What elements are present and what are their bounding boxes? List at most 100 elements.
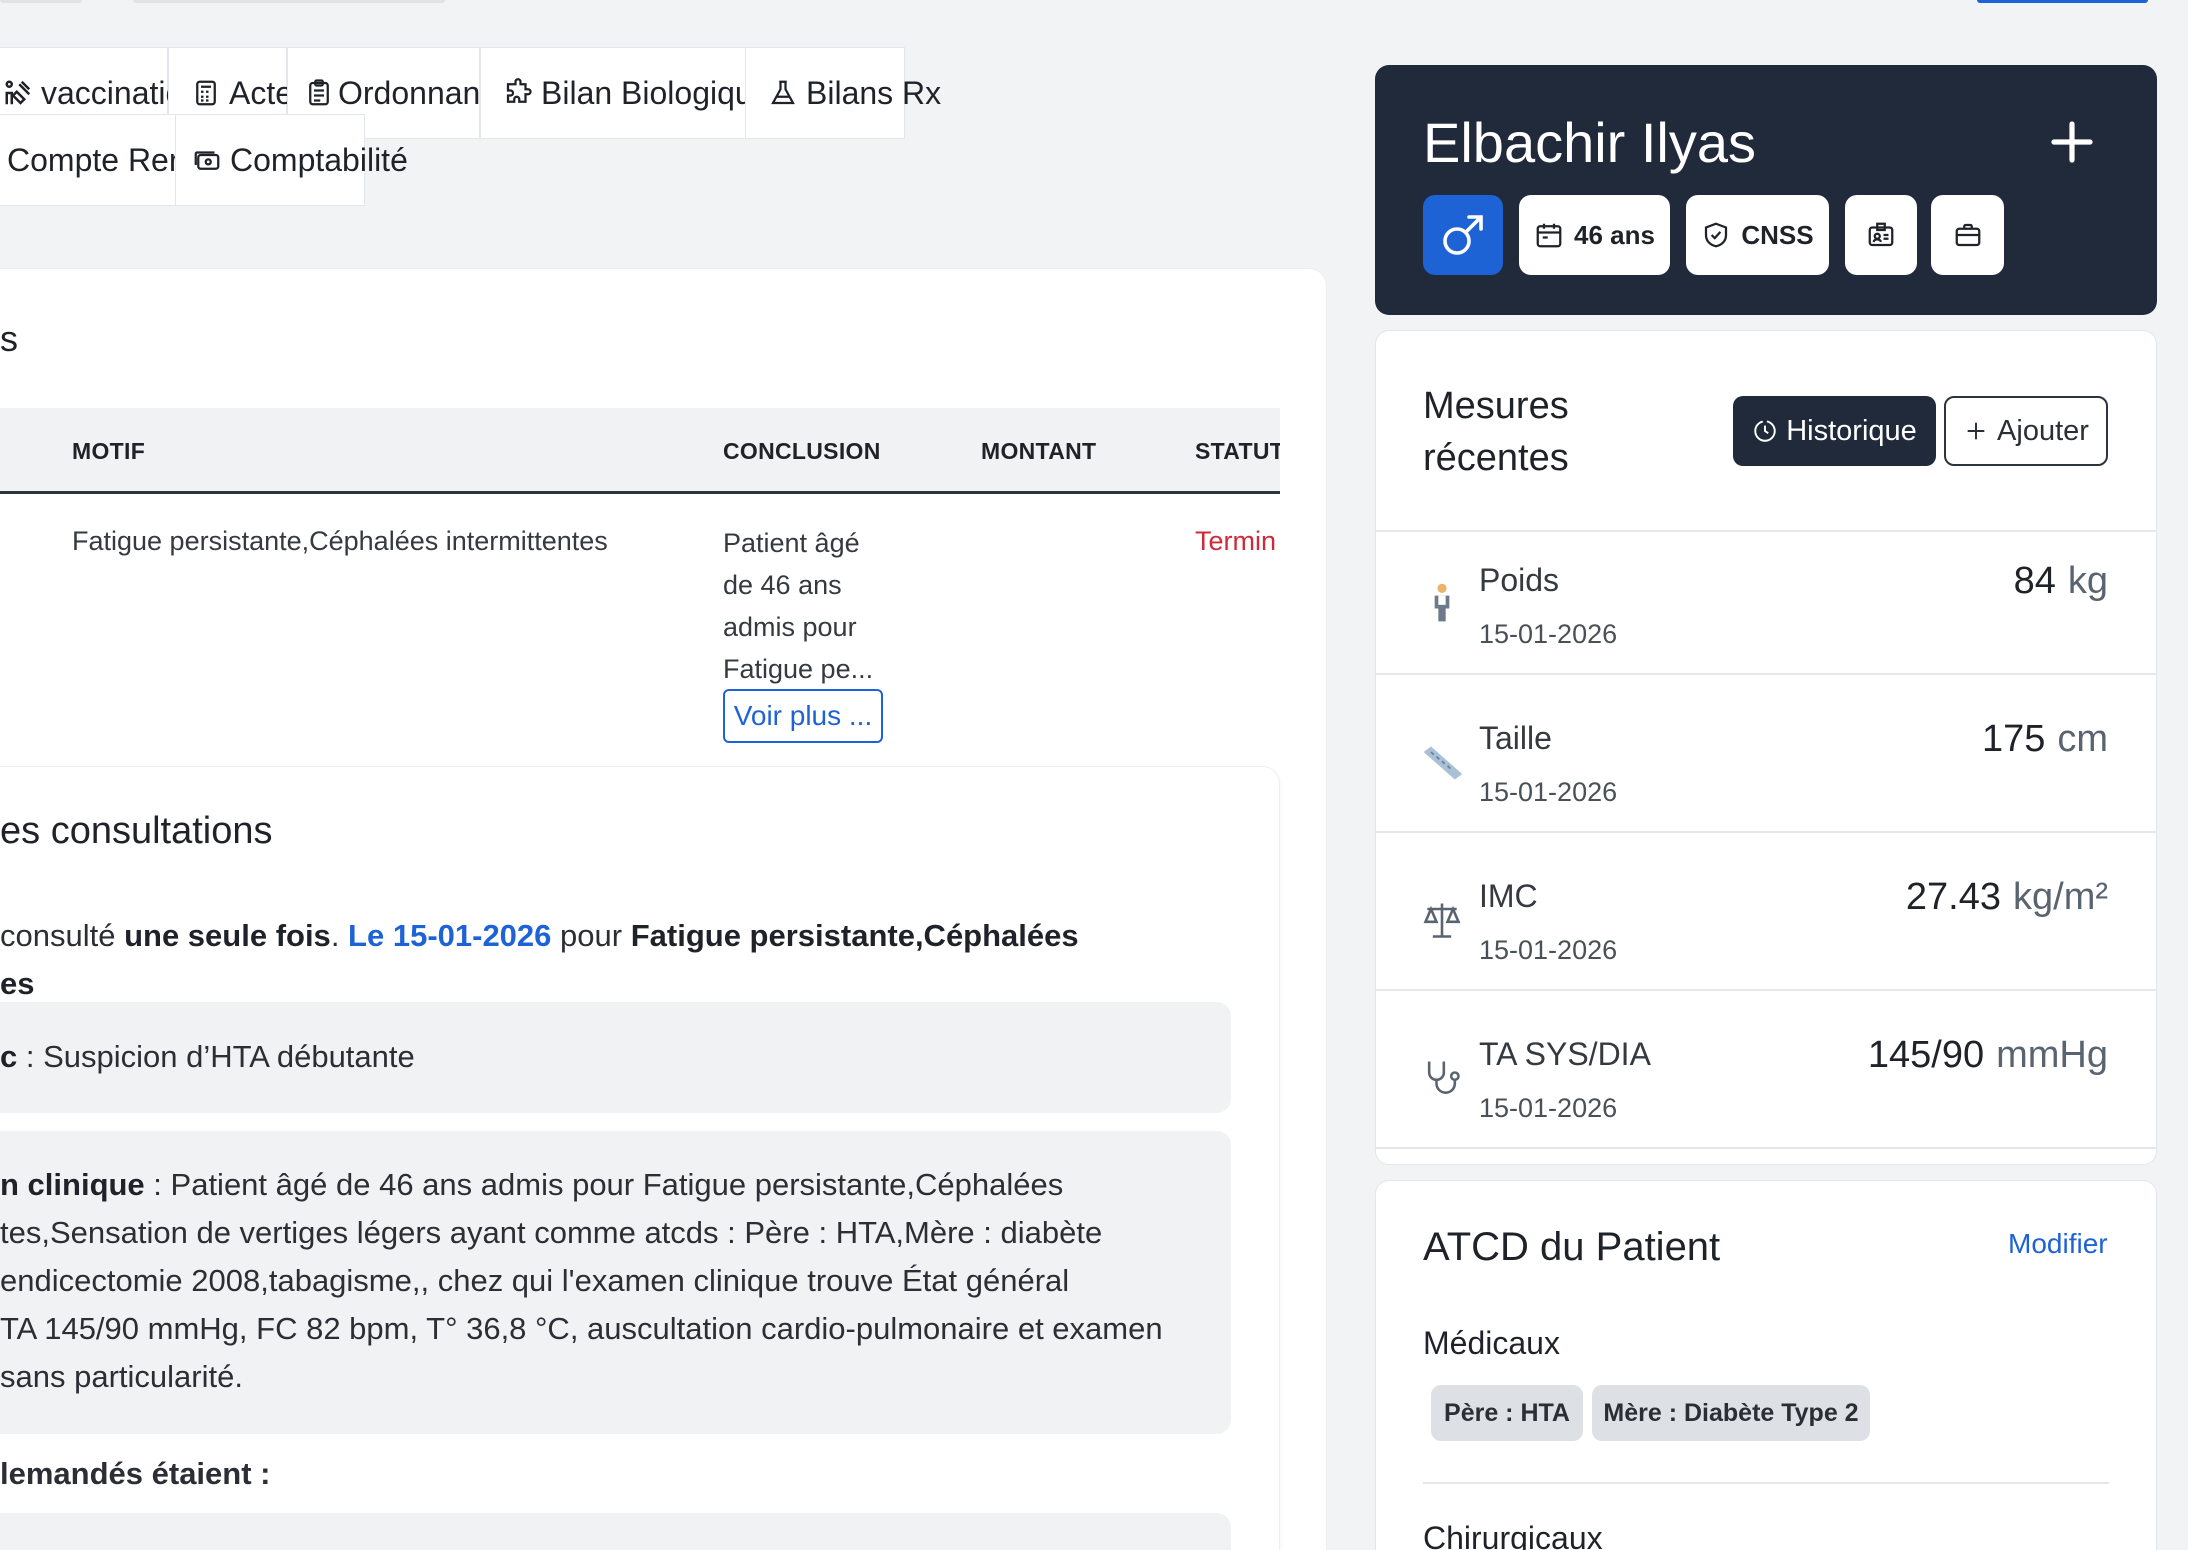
scale-balance-icon	[1423, 903, 1461, 938]
column-header-montant[interactable]: MONTANT	[981, 438, 1096, 465]
divider	[1376, 831, 2156, 833]
demandes-box	[0, 1513, 1231, 1550]
top-toolbar-edge	[133, 0, 445, 3]
atcd-title: ATCD du Patient	[1423, 1225, 1721, 1269]
summary-text: pour	[551, 918, 631, 953]
divider	[1376, 1147, 2156, 1149]
examen-line: tes,Sensation de vertiges légers ayant c…	[0, 1215, 1103, 1250]
summary-motif: Fatigue persistante,Céphalées	[630, 918, 1079, 953]
briefcase-button[interactable]	[1931, 195, 2004, 275]
history-icon	[1754, 420, 1776, 442]
divider	[1423, 1482, 2109, 1484]
mesure-value: 145/90 mmHg	[1868, 1034, 2108, 1077]
value-number: 84	[2013, 560, 2056, 602]
person-icon	[1434, 583, 1450, 622]
examen-line: sans particularité.	[0, 1359, 243, 1394]
mesure-label: Poids	[1479, 562, 1560, 598]
age-badge[interactable]: 46 ans	[1519, 195, 1670, 275]
mesure-date: 15-01-2026	[1479, 619, 1618, 649]
status-text: Termin	[1195, 526, 1277, 556]
atcd-medicaux-heading: Médicaux	[1423, 1325, 1560, 1361]
voir-plus-button[interactable]: Voir plus ...	[723, 689, 883, 743]
atcd-chirurgicaux-heading: Chirurgicaux	[1423, 1520, 1603, 1550]
value-number: 175	[1981, 718, 2046, 760]
briefcase-icon	[1955, 223, 1980, 247]
mesure-label: TA SYS/DIA	[1479, 1036, 1651, 1072]
divider	[1376, 673, 2156, 675]
mesure-label: IMC	[1479, 878, 1538, 914]
tab-compte-rendu[interactable]: Compte Rendu	[0, 114, 222, 206]
stethoscope-icon	[1427, 1061, 1460, 1094]
summary-motif: es	[0, 966, 35, 1001]
tab-label: Bilans Rx	[806, 74, 942, 111]
tab-bilans-rx[interactable]: Bilans Rx	[745, 47, 941, 139]
summary-count: une seule fois	[124, 918, 331, 953]
examen-line: : Patient âgé de 46 ans admis pour Fatig…	[144, 1167, 1064, 1202]
flask-icon	[771, 80, 795, 105]
examen-label: n clinique	[0, 1167, 145, 1202]
historique-label: Historique	[1786, 414, 1917, 447]
mesures-title: Mesures récentes	[1423, 385, 1569, 479]
mesure-date: 15-01-2026	[1479, 935, 1618, 965]
atcd-modifier-link[interactable]: Modifier	[2008, 1228, 2108, 1260]
table-cell-motif: Fatigue persistante,Céphalées intermitte…	[72, 526, 608, 556]
tab-label: Comptabilité	[230, 141, 408, 178]
historique-button[interactable]: Historique	[1733, 396, 1936, 466]
summary-text: .	[330, 918, 349, 953]
examen-line: TA 145/90 mmHg, FC 82 bpm, T° 36,8 °C, a…	[0, 1311, 1163, 1346]
calculator-icon	[196, 80, 216, 106]
value-number: 27.43	[1905, 876, 2001, 918]
gender-badge[interactable]	[1423, 195, 1503, 275]
mesure-label: Taille	[1479, 720, 1552, 756]
vaccination-icon	[5, 80, 31, 105]
plus-icon	[1967, 422, 1985, 440]
clipboard-icon	[309, 79, 329, 106]
top-primary-button-edge[interactable]	[1977, 0, 2148, 3]
insurance-badge[interactable]: CNSS	[1686, 195, 1829, 275]
ajouter-label: Ajouter	[1997, 414, 2089, 447]
demandes-heading: lemandés étaient :	[0, 1456, 271, 1491]
male-icon	[1443, 215, 1483, 255]
mesure-date: 15-01-2026	[1479, 1093, 1618, 1123]
mesure-value: 27.43 kg/m²	[1906, 876, 2108, 919]
examen-line: endicectomie 2008,tabagisme,, chez qui l…	[0, 1263, 1070, 1298]
atcd-tag: Père : HTA	[1431, 1385, 1583, 1441]
consultations-section-title: s	[0, 318, 18, 359]
divider	[1376, 989, 2156, 991]
diagnostic-value: : Suspicion d’HTA débutante	[17, 1039, 415, 1074]
table-cell-conclusion: Patient âgé de 46 ans admis pour Fatigue…	[723, 528, 874, 684]
puzzle-icon	[506, 78, 532, 103]
column-header-conclusion[interactable]: CONCLUSION	[723, 438, 881, 465]
plus-icon[interactable]	[2048, 118, 2096, 166]
value-unit: kg	[2067, 560, 2108, 602]
value-unit: mmHg	[1996, 1034, 2108, 1076]
summary-title: es consultations	[0, 810, 273, 852]
value-unit: kg/m²	[2013, 876, 2108, 918]
summary-sentence: consulté une seule fois. Le 15-01-2026 p…	[0, 912, 1200, 1008]
atcd-tag: Mère : Diabète Type 2	[1592, 1385, 1870, 1441]
shield-check-icon	[1705, 222, 1728, 248]
consultation-date-link[interactable]: Le 15-01-2026	[348, 918, 551, 953]
age-text: 46 ans	[1574, 219, 1655, 250]
summary-text: consulté	[0, 918, 125, 953]
column-header-statut[interactable]: STATUT	[1195, 438, 1280, 465]
tab-comptabilite[interactable]: Comptabilité	[175, 114, 408, 206]
value-unit: cm	[2057, 718, 2108, 760]
id-card-icon	[1868, 222, 1894, 247]
tab-bilan-biologique[interactable]: Bilan Biologique 1	[480, 47, 802, 139]
cash-icon	[194, 151, 220, 170]
id-card-button[interactable]	[1845, 195, 1917, 275]
ajouter-button[interactable]: Ajouter	[1944, 396, 2108, 466]
tab-label: Bilan Biologique	[541, 74, 771, 111]
divider	[1376, 530, 2156, 532]
ruler-icon	[1423, 746, 1463, 780]
column-header-motif[interactable]: MOTIF	[72, 438, 145, 465]
diagnostic-label: c	[0, 1039, 18, 1074]
patient-header-card	[1375, 65, 2157, 315]
diagnostic-text: c : Suspicion d’HTA débutante	[0, 1033, 415, 1081]
examen-clinique-text: n clinique : Patient âgé de 46 ans admis…	[0, 1161, 1163, 1401]
mesure-date: 15-01-2026	[1479, 777, 1618, 807]
calendar-icon	[1536, 223, 1562, 248]
patient-name: Elbachir Ilyas	[1423, 111, 1757, 174]
mesure-value: 175 cm	[1982, 718, 2108, 761]
